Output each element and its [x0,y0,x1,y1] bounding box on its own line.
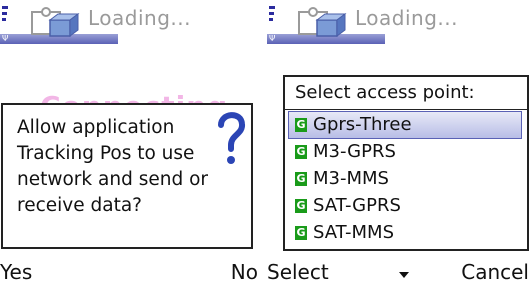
gprs-icon: G [295,118,307,132]
header-title: Loading... [355,6,458,30]
cancel-softkey[interactable]: Cancel [461,260,529,284]
permission-dialog: Allow application Tracking Pos to use ne… [1,103,253,249]
signal-strength-icon [269,6,275,36]
header-title: Loading... [88,6,191,30]
list-item-label: Gprs-Three [313,114,412,135]
gprs-icon: G [295,172,307,186]
screen-permission: Ψ Loading... Connecting Allow applicatio… [0,0,262,288]
antenna-icon: Ψ [2,34,9,43]
access-point-list: Select access point: G Gprs-Three G M3-GPR… [283,75,529,251]
list-item-label: M3-MMS [313,168,389,189]
gprs-icon: G [295,226,307,240]
status-header: Ψ Loading... [267,0,529,45]
no-softkey[interactable]: No [231,260,258,284]
list-item-m3-gprs[interactable]: G M3-GPRS [289,139,521,165]
list-item-label: SAT-GPRS [313,195,401,216]
list-item-sat-mms[interactable]: G SAT-MMS [289,220,521,246]
scroll-down-arrow-icon[interactable] [399,272,409,278]
yes-softkey[interactable]: Yes [0,260,32,284]
select-softkey[interactable]: Select [267,260,329,284]
app-puzzle-icon [298,7,347,37]
softkey-bar: Yes No [0,258,262,288]
list-item-label: M3-GPRS [313,141,396,162]
status-header: Ψ Loading... [0,0,262,45]
gprs-icon: G [295,145,307,159]
dialog-message: Allow application Tracking Pos to use ne… [17,117,208,216]
list-item-sat-gprs[interactable]: G SAT-GPRS [289,193,521,219]
list-item-label: SAT-MMS [313,222,394,243]
question-mark-icon [218,112,245,164]
softkey-bar: Select Cancel [267,258,529,288]
antenna-icon: Ψ [269,34,276,43]
list-title: Select access point: [295,82,475,103]
list-item-gprs-three[interactable]: G Gprs-Three [288,111,522,139]
screen-access-point: Ψ Loading... Select access point: G Gprs-… [267,0,529,288]
gprs-icon: G [295,199,307,213]
signal-strength-icon [2,6,8,36]
app-puzzle-icon [31,7,80,37]
list-divider [285,109,527,110]
list-item-m3-mms[interactable]: G M3-MMS [289,166,521,192]
